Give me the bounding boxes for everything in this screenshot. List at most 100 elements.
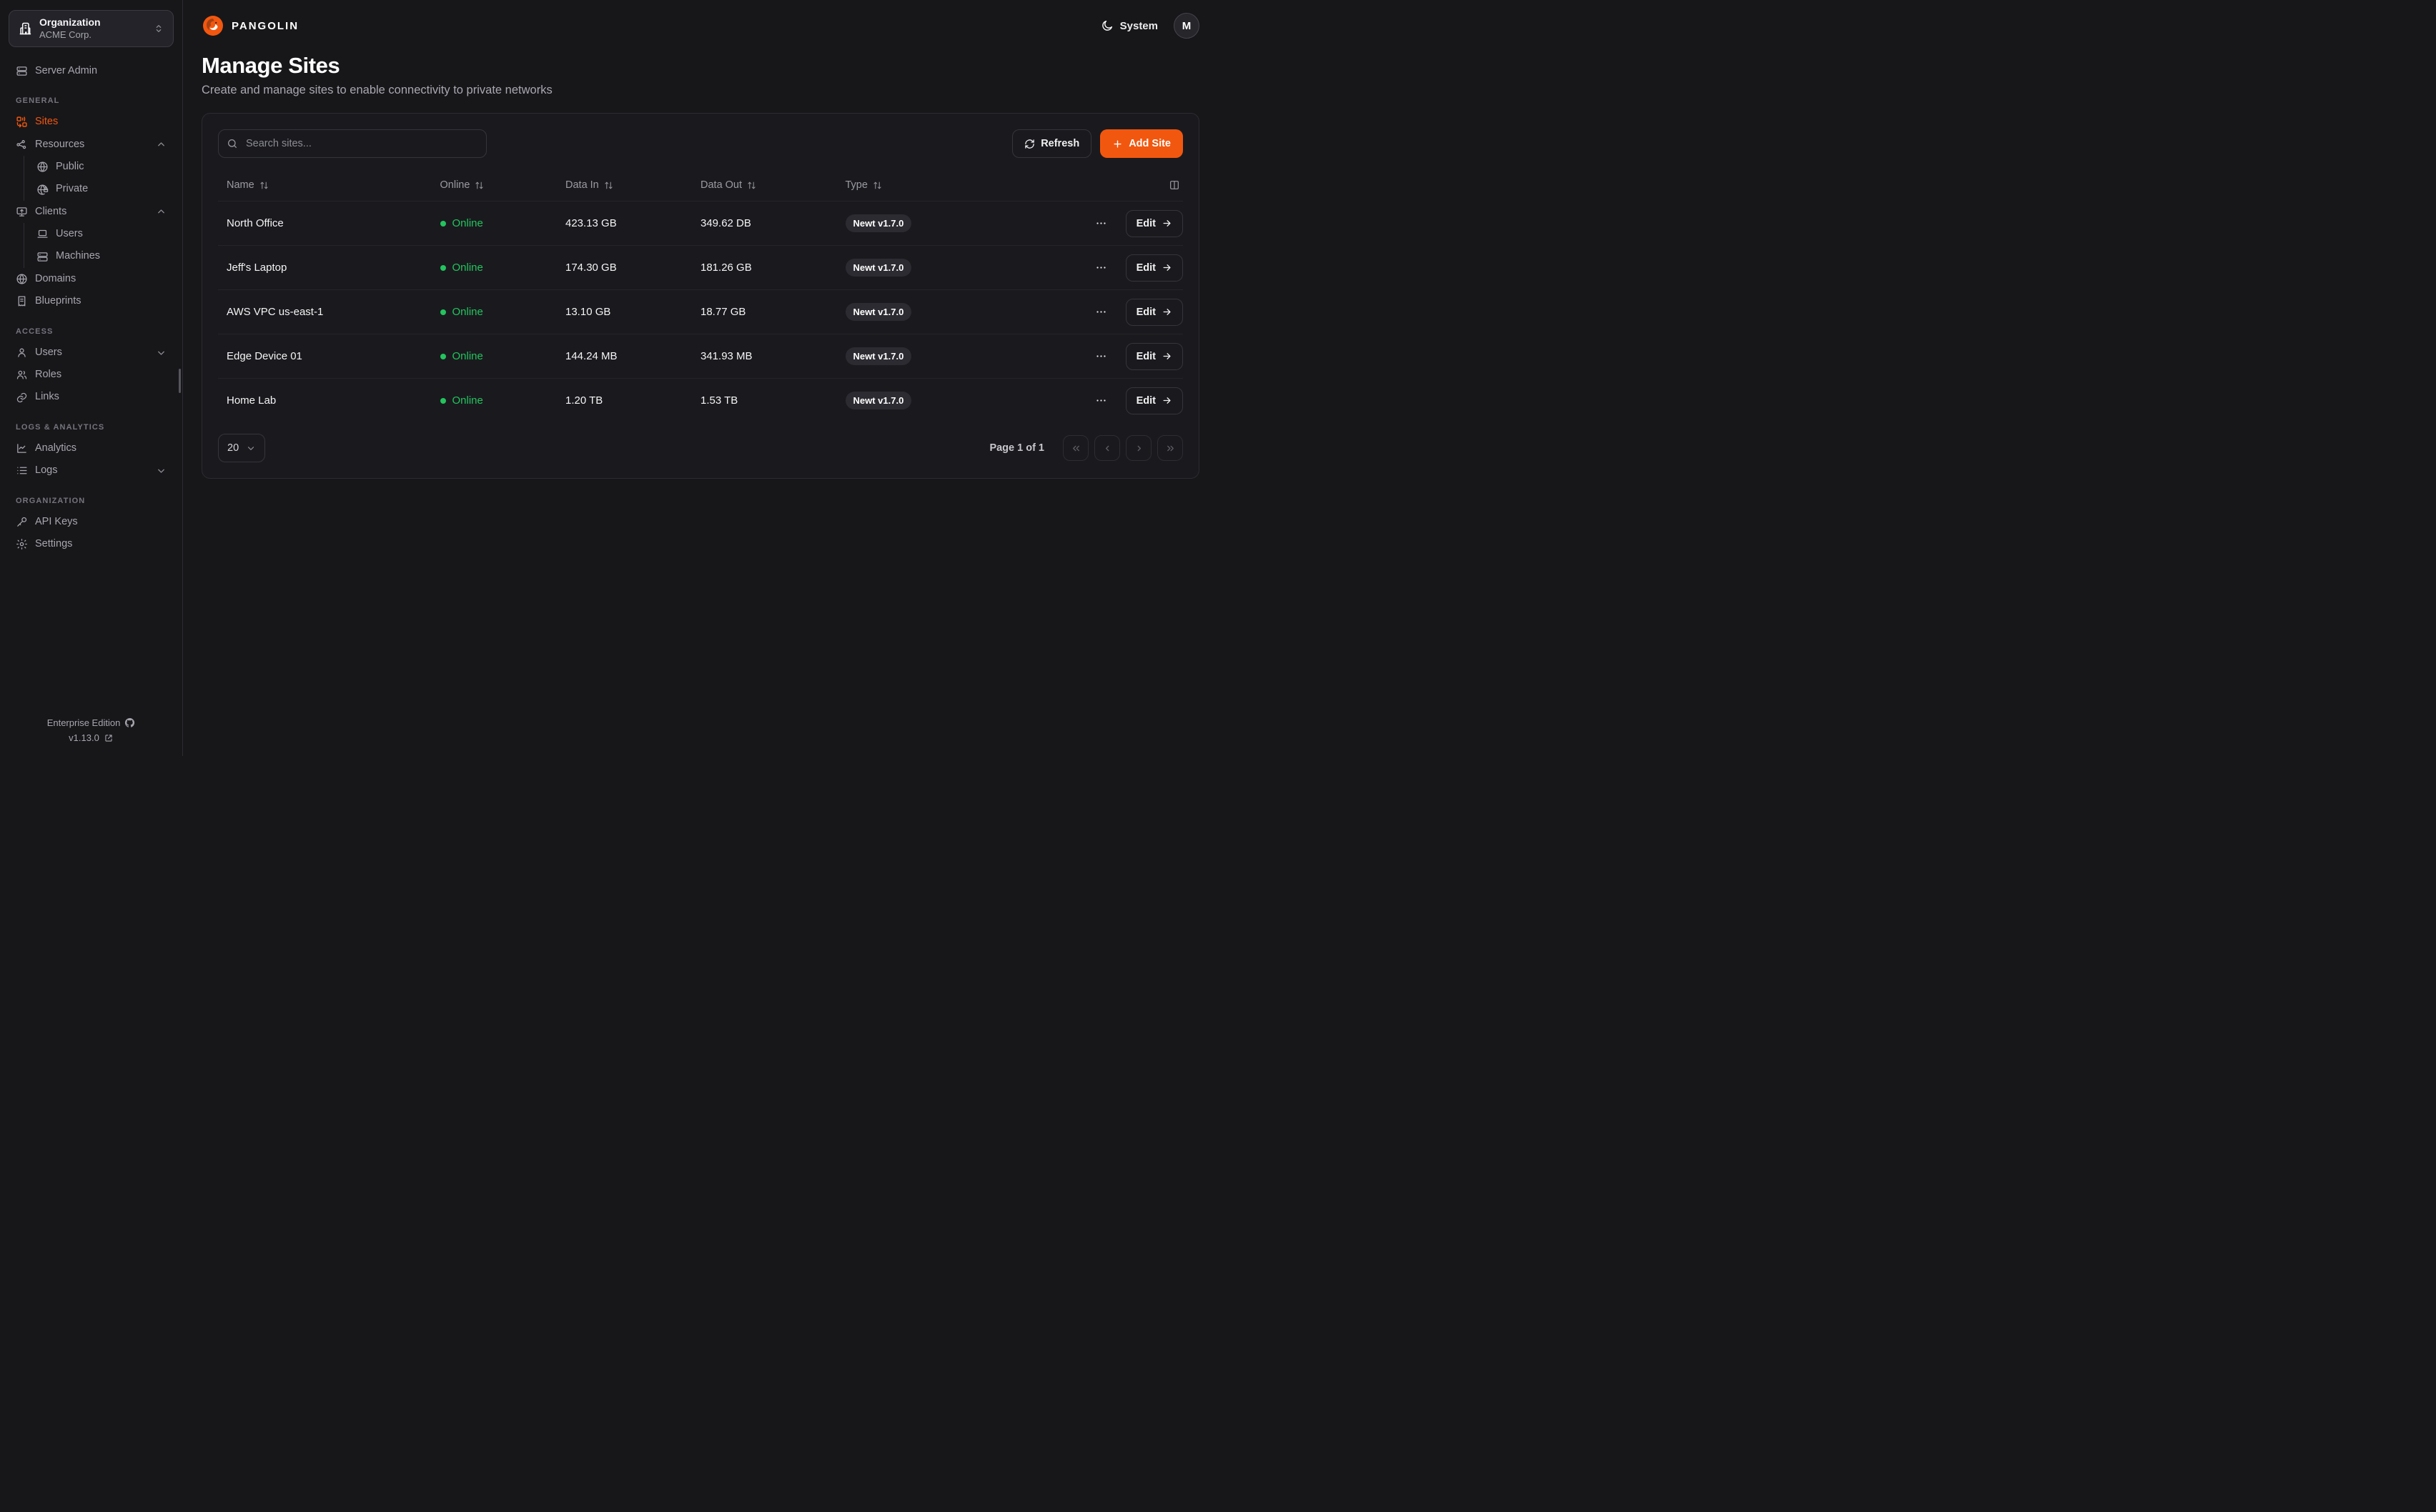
external-link-icon[interactable]: [104, 733, 114, 743]
card-toolbar: Refresh Add Site: [218, 129, 1183, 158]
sidebar-item-blueprints[interactable]: Blueprints: [9, 290, 174, 312]
sidebar-item-label: API Keys: [35, 516, 167, 528]
receipt-icon: [16, 295, 28, 307]
sidebar-item-label: Analytics: [35, 442, 167, 454]
row-menu-button[interactable]: [1092, 303, 1110, 321]
sidebar-item-links[interactable]: Links: [9, 386, 174, 408]
sidebar-item-label: Blueprints: [35, 295, 167, 307]
sidebar-item-label: Domains: [35, 273, 167, 285]
column-header-type[interactable]: Type: [846, 179, 1010, 191]
add-site-button[interactable]: Add Site: [1100, 129, 1183, 158]
data-in: 144.24 MB: [565, 350, 700, 362]
user-avatar[interactable]: M: [1174, 13, 1199, 39]
server-icon: [16, 65, 28, 77]
online-dot: [440, 221, 446, 227]
chart-line-icon: [16, 442, 28, 454]
table-row: AWS VPC us-east-1 Online 13.10 GB 18.77 …: [218, 289, 1183, 334]
brand[interactable]: PANGOLIN: [202, 14, 299, 37]
sidebar-item-domains[interactable]: Domains: [9, 268, 174, 290]
search-wrap: [218, 129, 487, 158]
data-out: 181.26 GB: [700, 262, 846, 274]
sidebar-item-server-admin[interactable]: Server Admin: [9, 60, 174, 82]
chevron-down-icon: [156, 465, 167, 476]
first-page-button[interactable]: [1063, 435, 1089, 461]
column-visibility-button[interactable]: [1009, 179, 1183, 191]
key-icon: [16, 516, 28, 528]
user-icon: [16, 347, 28, 359]
status-label: Online: [452, 262, 483, 274]
organization-switcher[interactable]: Organization ACME Corp.: [9, 10, 174, 47]
sidebar-footer: Enterprise Edition v1.13.0: [9, 713, 174, 747]
row-menu-button[interactable]: [1092, 347, 1110, 365]
pager: [1063, 435, 1183, 461]
sidebar-item-label: Resources: [35, 139, 149, 151]
site-status: Online: [440, 217, 566, 229]
search-input[interactable]: [218, 129, 487, 158]
refresh-button[interactable]: Refresh: [1012, 129, 1091, 158]
edit-button[interactable]: Edit: [1126, 299, 1183, 326]
org-value: ACME Corp.: [39, 29, 146, 41]
sidebar-item-label: Links: [35, 391, 167, 403]
page-title: Manage Sites: [202, 53, 1199, 79]
sidebar-item-settings[interactable]: Settings: [9, 533, 174, 555]
sidebar-item-label: Logs: [35, 464, 149, 477]
sidebar-item-private[interactable]: Private: [24, 178, 174, 200]
status-label: Online: [452, 350, 483, 362]
column-header-online[interactable]: Online: [440, 179, 566, 191]
row-menu-button[interactable]: [1092, 214, 1110, 232]
pangolin-logo-icon: [202, 14, 224, 37]
page-size-select[interactable]: 20: [218, 434, 265, 462]
sidebar-item-users[interactable]: Users: [9, 342, 174, 364]
theme-toggle-button[interactable]: System: [1101, 19, 1158, 32]
sidebar-item-label: Server Admin: [35, 65, 167, 77]
prev-page-button[interactable]: [1094, 435, 1120, 461]
edit-label: Edit: [1137, 307, 1156, 318]
sidebar-item-client-users[interactable]: Users: [24, 223, 174, 245]
edit-button[interactable]: Edit: [1126, 343, 1183, 370]
plus-icon: [1112, 139, 1123, 149]
data-in: 13.10 GB: [565, 306, 700, 318]
online-dot: [440, 354, 446, 359]
online-dot: [440, 265, 446, 271]
edit-button[interactable]: Edit: [1126, 254, 1183, 282]
data-out: 18.77 GB: [700, 306, 846, 318]
data-in: 1.20 TB: [565, 394, 700, 407]
sidebar-item-api-keys[interactable]: API Keys: [9, 511, 174, 533]
column-header-name[interactable]: Name: [218, 179, 440, 191]
next-page-button[interactable]: [1126, 435, 1152, 461]
row-actions: Edit: [1009, 210, 1183, 237]
row-menu-button[interactable]: [1092, 392, 1110, 409]
sidebar-item-resources[interactable]: Resources: [9, 134, 174, 156]
users-icon: [16, 369, 28, 381]
sidebar-item-logs[interactable]: Logs: [9, 459, 174, 482]
column-header-data-out[interactable]: Data Out: [700, 179, 846, 191]
page-header: Manage Sites Create and manage sites to …: [183, 49, 1218, 97]
table-row: Edge Device 01 Online 144.24 MB 341.93 M…: [218, 334, 1183, 378]
table-row: North Office Online 423.13 GB 349.62 DB …: [218, 201, 1183, 245]
last-page-button[interactable]: [1157, 435, 1183, 461]
server-icon: [36, 251, 49, 263]
sidebar-item-sites[interactable]: Sites: [9, 111, 174, 133]
edit-button[interactable]: Edit: [1126, 387, 1183, 414]
data-in: 174.30 GB: [565, 262, 700, 274]
site-name: Edge Device 01: [218, 350, 440, 362]
type-badge: Newt v1.7.0: [846, 392, 912, 409]
refresh-label: Refresh: [1041, 138, 1079, 149]
edit-button[interactable]: Edit: [1126, 210, 1183, 237]
sites-card: Refresh Add Site Name Online: [202, 113, 1199, 479]
section-organization: ORGANIZATION: [9, 497, 174, 505]
sidebar-item-public[interactable]: Public: [24, 156, 174, 178]
sidebar-item-clients[interactable]: Clients: [9, 201, 174, 223]
sidebar-item-roles[interactable]: Roles: [9, 364, 174, 386]
refresh-icon: [1024, 139, 1035, 149]
arrow-right-icon: [1162, 395, 1172, 406]
sidebar-item-machines[interactable]: Machines: [24, 245, 174, 267]
sidebar-item-analytics[interactable]: Analytics: [9, 437, 174, 459]
column-header-data-in[interactable]: Data In: [565, 179, 700, 191]
site-status: Online: [440, 350, 566, 362]
sort-icon: [747, 181, 756, 190]
github-icon[interactable]: [124, 717, 135, 728]
sidebar-scrollbar[interactable]: [179, 369, 181, 393]
row-menu-button[interactable]: [1092, 259, 1110, 277]
version-label: v1.13.0: [69, 732, 99, 743]
